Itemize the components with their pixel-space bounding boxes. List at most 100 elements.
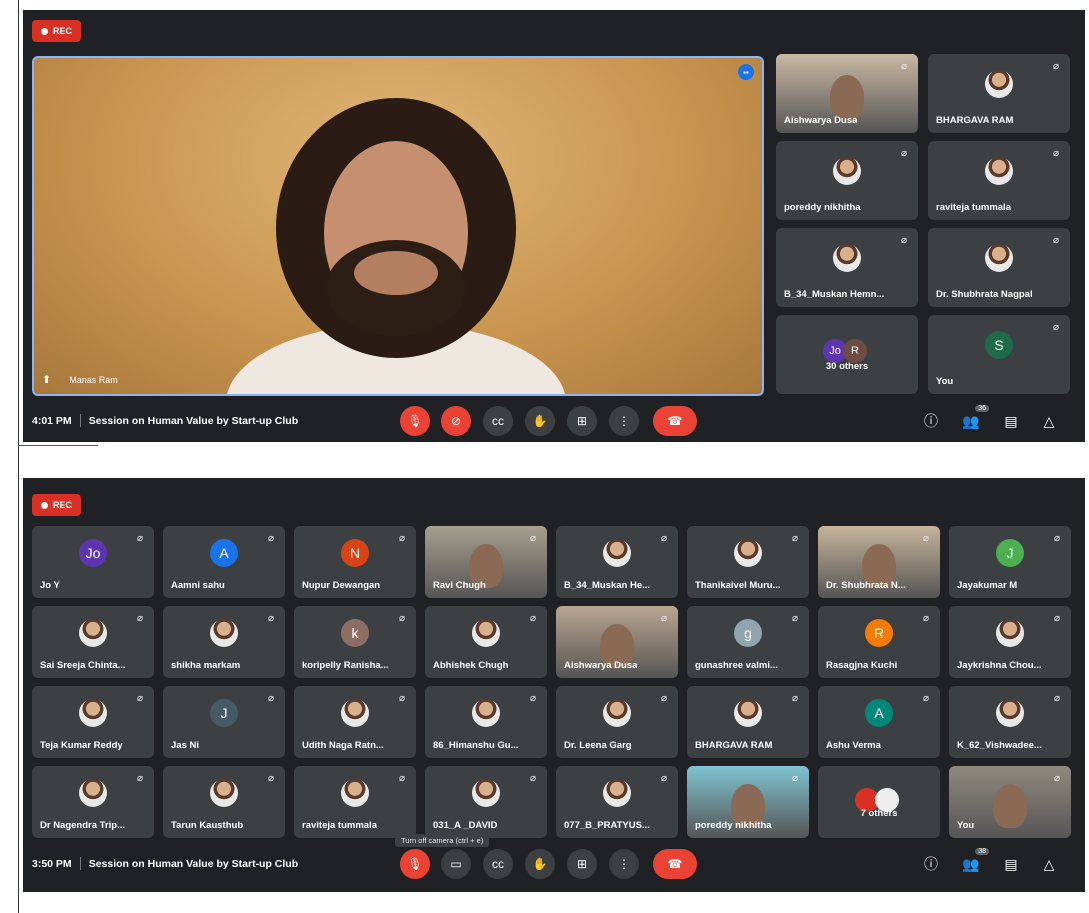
participant-tile[interactable]: ⌀ Thanikaivel Muru... [687, 526, 809, 598]
participant-tile[interactable]: ⌀ You [949, 766, 1071, 838]
participant-tile[interactable]: J ⌀ Jayakumar M [949, 526, 1071, 598]
people-icon[interactable]: 👥 36 [959, 405, 989, 433]
participant-name: Dr. Leena Garg [564, 740, 632, 751]
participant-tile[interactable]: ⌀ Dr Nagendra Trip... [32, 766, 154, 838]
avatar: g [734, 619, 762, 648]
recording-badge: REC [32, 494, 82, 516]
activities-icon[interactable]: △ [1037, 409, 1061, 433]
participant-name: shikha markam [171, 660, 241, 671]
participant-tile[interactable]: ⌀ Abhishek Chugh [425, 606, 547, 678]
mic-muted-icon: ⌀ [529, 533, 537, 544]
meeting-info: 3:50 PM Session on Human Value by Start-… [32, 857, 298, 870]
camera-off-icon[interactable]: ⊘ [441, 406, 471, 436]
participant-tile[interactable]: ⌀ Jaykrishna Chou... [949, 606, 1071, 678]
participant-name: 86_Himanshu Gu... [433, 740, 519, 751]
mic-muted-icon: ⌀ [398, 773, 406, 784]
avatar: J [210, 699, 238, 728]
participant-name: You [936, 376, 954, 387]
end-call-icon[interactable]: ☎ [653, 849, 697, 879]
participant-tile[interactable]: Jo R 30 others [776, 315, 918, 394]
participant-tile[interactable]: ⌀ Sai Sreeja Chinta... [32, 606, 154, 678]
participant-name: Jas Ni [171, 740, 199, 751]
participant-tile[interactable]: ⌀ poreddy nikhitha [776, 141, 918, 220]
participant-figure [993, 783, 1027, 828]
activities-icon[interactable]: △ [1037, 852, 1061, 876]
captions-icon[interactable]: cc [483, 849, 513, 879]
participant-tile[interactable]: J ⌀ Jas Ni [163, 686, 285, 758]
participant-tile[interactable]: ⌀ 031_A _DAVID [425, 766, 547, 838]
participant-tile[interactable]: ⌀ Aishwarya Dusa [776, 54, 918, 133]
chat-icon[interactable]: ▤ [999, 409, 1023, 433]
meeting-time: 3:50 PM [32, 857, 72, 870]
avatar [996, 619, 1024, 648]
participant-tile[interactable]: ⌀ Dr. Leena Garg [556, 686, 678, 758]
participant-name: Aamni sahu [171, 580, 225, 591]
participant-tile[interactable]: ⌀ 077_B_PRATYUS... [556, 766, 678, 838]
camera-icon[interactable]: ▭ [441, 849, 471, 879]
participant-tile[interactable]: R ⌀ Rasagjna Kuchi [818, 606, 940, 678]
mic-off-icon[interactable]: 🎙 [400, 849, 430, 879]
info-icon[interactable]: ⓘ [919, 852, 943, 876]
more-options-icon[interactable]: ⋮ [609, 849, 639, 879]
participant-tile[interactable]: ⌀ BHARGAVA RAM [928, 54, 1070, 133]
end-call-icon[interactable]: ☎ [653, 406, 697, 436]
participant-tile[interactable]: A ⌀ Aamni sahu [163, 526, 285, 598]
participant-tile[interactable]: A ⌀ Ashu Verma [818, 686, 940, 758]
mic-off-icon[interactable]: 🎙 [400, 406, 430, 436]
participant-tile[interactable]: ⌀ Ravi Chugh [425, 526, 547, 598]
participant-name: Nupur Dewangan [302, 580, 381, 591]
participant-tile[interactable]: ⌀ Udith Naga Ratn... [294, 686, 416, 758]
participant-tile[interactable]: Jo ⌀ Jo Y [32, 526, 154, 598]
mic-muted-icon: ⌀ [791, 693, 799, 704]
participant-tile[interactable]: ⌀ Teja Kumar Reddy [32, 686, 154, 758]
avatar [734, 699, 762, 728]
participant-tile[interactable]: ⌀ shikha markam [163, 606, 285, 678]
participant-tile[interactable]: 7 others [818, 766, 940, 838]
captions-icon[interactable]: cc [483, 406, 513, 436]
participant-tile[interactable]: ⌀ Aishwarya Dusa [556, 606, 678, 678]
participant-tile[interactable]: S ⌀ You [928, 315, 1070, 394]
mic-muted-icon: ⌀ [1052, 235, 1060, 246]
participant-tile[interactable]: ⌀ raviteja tummala [928, 141, 1070, 220]
others-count-label: 30 others [825, 360, 869, 372]
participant-tile[interactable]: ⌀ poreddy nikhitha [687, 766, 809, 838]
participant-tile[interactable]: ⌀ K_62_Vishwadee... [949, 686, 1071, 758]
participant-count-badge: 38 [975, 848, 989, 855]
participant-name: Teja Kumar Reddy [40, 740, 123, 751]
raise-hand-icon[interactable]: ✋ [525, 849, 555, 879]
mic-muted-icon: ⌀ [660, 693, 668, 704]
recording-label: REC [53, 500, 73, 510]
participant-tile[interactable]: ⌀ 86_Himanshu Gu... [425, 686, 547, 758]
participant-tile[interactable]: ⌀ Dr. Shubhrata N... [818, 526, 940, 598]
participant-tile[interactable]: g ⌀ gunashree valmi... [687, 606, 809, 678]
pin-icon[interactable]: ⬆ [42, 373, 51, 386]
participant-tile[interactable]: N ⌀ Nupur Dewangan [294, 526, 416, 598]
participant-tile[interactable]: ⌀ BHARGAVA RAM [687, 686, 809, 758]
participant-tile[interactable]: ⌀ B_34_Muskan He... [556, 526, 678, 598]
present-icon[interactable]: ⊞ [567, 406, 597, 436]
participant-tile[interactable]: ⌀ B_34_Muskan Hemn... [776, 228, 918, 307]
raise-hand-icon[interactable]: ✋ [525, 406, 555, 436]
avatar [79, 779, 107, 808]
mic-muted-icon: ⌀ [1052, 148, 1060, 159]
page-divider [18, 445, 98, 446]
avatar [996, 699, 1024, 728]
participant-tile[interactable]: ⌀ raviteja tummala [294, 766, 416, 838]
people-icon[interactable]: 👥 38 [959, 848, 989, 876]
avatar: R [865, 619, 893, 648]
info-icon[interactable]: ⓘ [919, 409, 943, 433]
more-options-icon[interactable]: ⋮ [609, 406, 639, 436]
meeting-title: Session on Human Value by Start-up Club [88, 414, 299, 427]
participant-tile[interactable]: ⌀ Dr. Shubhrata Nagpal [928, 228, 1070, 307]
chat-icon[interactable]: ▤ [999, 852, 1023, 876]
avatar [210, 779, 238, 808]
recording-badge: REC [32, 20, 82, 42]
participant-tile[interactable]: ⌀ Tarun Kausthub [163, 766, 285, 838]
participant-tile[interactable]: k ⌀ koripelly Ranisha... [294, 606, 416, 678]
mic-muted-icon: ⌀ [398, 693, 406, 704]
avatar [79, 699, 107, 728]
avatar: J [996, 539, 1024, 568]
main-speaker-tile[interactable]: ▪▪ ⬆ Manas Ram [32, 56, 764, 396]
avatar [472, 619, 500, 648]
present-icon[interactable]: ⊞ [567, 849, 597, 879]
